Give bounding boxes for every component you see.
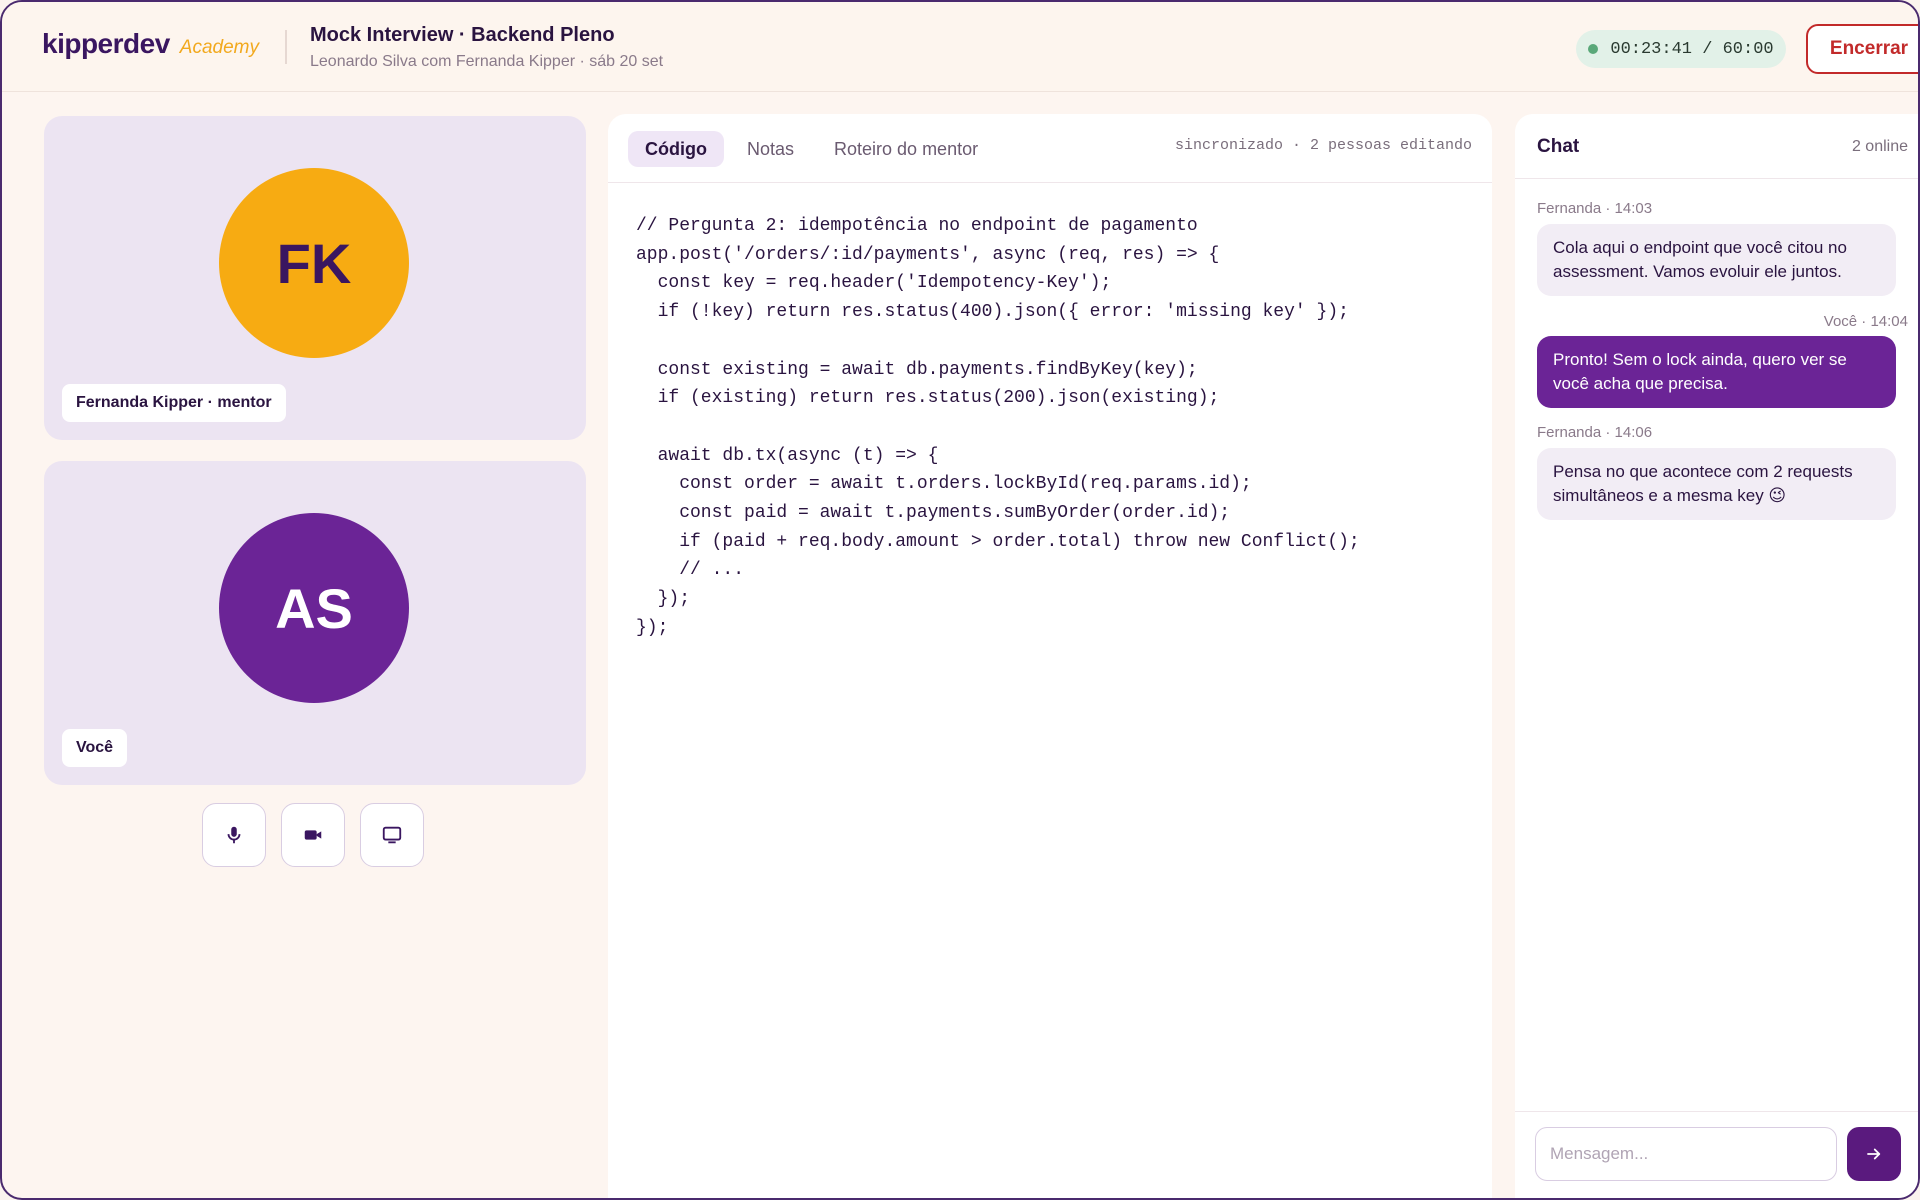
chat-title: Chat [1537, 136, 1580, 157]
brand-subtitle: Academy [179, 37, 259, 58]
timer-text: 00:23:41 / 60:00 [1610, 39, 1774, 59]
call-controls [202, 803, 424, 867]
code-line: app.post('/orders/:id/payments', async (… [636, 244, 1220, 265]
chat-input-divider [1515, 1111, 1918, 1112]
tab-notes[interactable]: Notas [730, 131, 811, 167]
chat-divider [1515, 178, 1918, 179]
message-meta: Fernanda · 14:06 [1537, 424, 1653, 441]
end-session-button[interactable]: Encerrar [1806, 24, 1918, 74]
chat-panel: Chat 2 online Fernanda · 14:03 Cola aqui… [1515, 114, 1918, 1198]
app-window: kipperdev Academy Mock Interview · Backe… [0, 0, 1920, 1200]
code-line: }); [636, 617, 669, 638]
message-input[interactable] [1535, 1127, 1837, 1181]
arrow-right-icon [1867, 1148, 1881, 1160]
camera-button[interactable] [281, 803, 345, 867]
screen-share-button[interactable] [360, 803, 424, 867]
sync-status: sincronizado · 2 pessoas editando [1174, 137, 1472, 154]
editor-divider [608, 182, 1492, 183]
code-line: const paid = await t.payments.sumByOrder… [636, 503, 1231, 524]
video-camera-icon [304, 830, 322, 840]
message-bubble: Pensa no que acontece com 2 requests sim… [1537, 448, 1896, 520]
header: kipperdev Academy Mock Interview · Backe… [2, 2, 1918, 92]
session-timer: 00:23:41 / 60:00 [1576, 30, 1786, 68]
avatar: AS [219, 513, 409, 703]
code-area[interactable]: // Pergunta 2: idempotência no endpoint … [636, 212, 1476, 643]
code-line: const existing = await db.payments.findB… [636, 359, 1198, 380]
code-line: if (paid + req.body.amount > order.total… [636, 531, 1360, 552]
code-line: const key = req.header('Idempotency-Key'… [636, 273, 1112, 294]
participant-name-tag: Você [62, 729, 128, 767]
message-meta: Você · 14:04 [1823, 313, 1908, 330]
editor-tabs: Código Notas Roteiro do mentor [628, 131, 995, 167]
code-line: if (existing) return res.status(200).jso… [636, 388, 1220, 409]
session-meta: Leonardo Silva com Fernanda Kipper · sáb… [310, 53, 664, 70]
screen-share-icon [382, 826, 402, 844]
message-bubble: Pronto! Sem o lock ainda, quero ver se v… [1537, 336, 1896, 408]
code-editor-panel: Código Notas Roteiro do mentor sincroniz… [608, 114, 1492, 1198]
code-line: // ... [636, 560, 745, 581]
brand-name: kipperdev [42, 28, 170, 59]
video-tile-mentor: FK Fernanda Kipper · mentor [44, 116, 586, 440]
microphone-icon [227, 826, 241, 844]
code-line: await db.tx(async (t) => { [636, 445, 939, 466]
code-line: }); [636, 589, 691, 610]
brand-logo[interactable]: kipperdev Academy [42, 28, 259, 60]
message-bubble: Cola aqui o endpoint que você citou no a… [1537, 224, 1896, 296]
tab-mentor-script[interactable]: Roteiro do mentor [817, 131, 995, 167]
online-count: 2 online [1851, 138, 1908, 155]
session-title: Mock Interview · Backend Pleno [310, 24, 615, 46]
avatar: FK [219, 168, 409, 358]
participant-name-tag: Fernanda Kipper · mentor [62, 384, 286, 422]
header-divider [285, 30, 287, 64]
code-line: const order = await t.orders.lockById(re… [636, 474, 1252, 495]
send-button[interactable] [1847, 1127, 1901, 1181]
video-tile-self: AS Você [44, 461, 586, 785]
code-line: // Pergunta 2: idempotência no endpoint … [636, 216, 1198, 236]
microphone-button[interactable] [202, 803, 266, 867]
tab-code[interactable]: Código [628, 131, 724, 167]
recording-dot-icon [1588, 44, 1599, 54]
session-info: Mock Interview · Backend Pleno Leonardo … [310, 24, 663, 71]
code-line: if (!key) return res.status(400).json({ … [636, 302, 1349, 323]
message-meta: Fernanda · 14:03 [1537, 200, 1653, 217]
